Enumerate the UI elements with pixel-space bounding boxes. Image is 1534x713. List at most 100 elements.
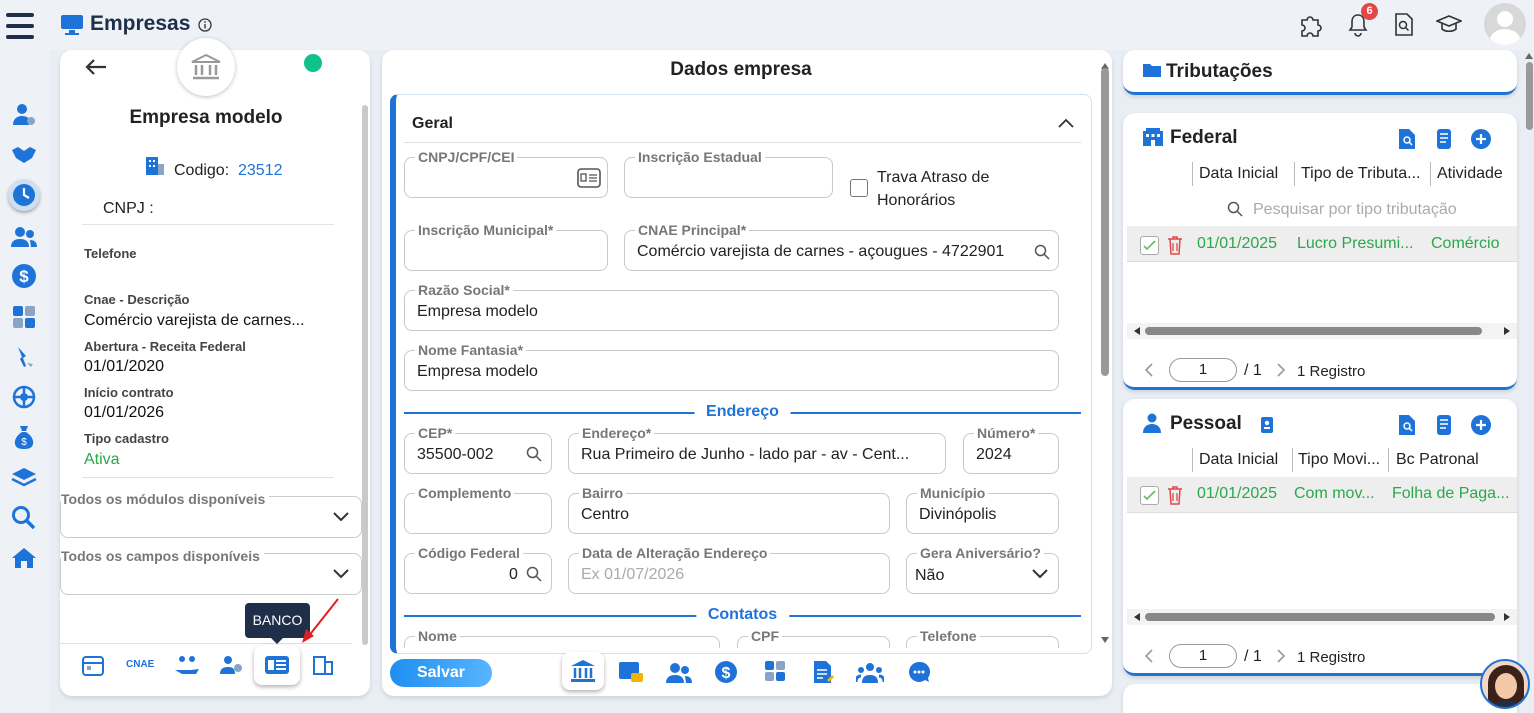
right-panel-scrollbar[interactable] [1524,50,1534,713]
dollar-icon[interactable]: $ [10,262,38,290]
scrollbar-thumb[interactable] [1145,613,1495,621]
document-edit-tab-icon[interactable] [812,660,834,684]
info-icon[interactable] [198,18,212,32]
user-avatar[interactable] [1484,3,1526,45]
add-circle-icon[interactable] [1470,414,1492,436]
scrollbar-thumb[interactable] [1101,68,1109,376]
pessoal-col-bc-patronal[interactable]: Bc Patronal [1396,451,1506,469]
handshake-icon[interactable] [10,140,38,168]
cep-field[interactable]: CEP* 35500-002 [404,425,552,474]
scroll-list-icon[interactable] [1434,128,1454,150]
dollar-tab-icon[interactable]: $ [714,660,738,684]
bank-tab[interactable] [254,645,300,685]
salvar-button[interactable]: Salvar [390,659,492,687]
prev-page-icon[interactable] [1144,649,1154,663]
row-checkbox[interactable] [1140,486,1159,505]
search-icon[interactable] [526,566,542,582]
money-bag-icon[interactable]: $ [10,423,38,451]
nome-fantasia-field[interactable]: Nome Fantasia* Empresa modelo [404,342,1059,391]
data-alteracao-field[interactable]: Data de Alteração Endereço Ex 01/07/2026 [568,545,890,594]
trash-icon[interactable] [1167,235,1183,255]
scrollbar-track[interactable] [1100,62,1110,652]
federal-col-atividade[interactable]: Atividade [1437,165,1515,183]
numero-field[interactable]: Número* 2024 [963,425,1059,474]
federal-col-tipo-tributacao[interactable]: Tipo de Tributa... [1301,165,1429,183]
federal-search-input[interactable]: Pesquisar por tipo tributação [1253,201,1457,219]
scroll-down-icon[interactable] [1100,636,1110,644]
next-page-icon[interactable] [1276,649,1286,663]
cnpj-field[interactable]: CNPJ/CPF/CEI [404,149,608,198]
puzzle-icon[interactable] [1296,10,1326,40]
campos-dropdown[interactable]: Todos os campos disponíveis [60,548,362,595]
row-checkbox[interactable] [1140,236,1159,255]
inscricao-municipal-field[interactable]: Inscrição Municipal* [404,222,608,271]
users-gear-icon[interactable] [220,654,244,676]
table-row[interactable]: 01/01/2025 Com mov... Folha de Paga... [1127,477,1517,513]
nome-field[interactable]: Nome [404,628,720,648]
hand-users-icon[interactable] [174,654,200,676]
chat-tab-icon[interactable] [908,661,930,683]
card-tab-icon[interactable] [618,660,644,684]
users-tab-icon[interactable] [666,662,692,684]
clock-icon[interactable] [8,179,40,211]
layers-icon[interactable] [10,464,38,492]
scroll-left-icon[interactable] [1133,612,1141,622]
cpf-field[interactable]: CPF [737,628,890,648]
graduation-cap-icon[interactable] [1436,13,1462,37]
search-document-icon[interactable] [1393,12,1415,38]
users-icon[interactable] [10,223,38,251]
scroll-right-icon[interactable] [1503,326,1511,336]
horizontal-scrollbar[interactable] [1127,323,1517,339]
table-row[interactable]: 01/01/2025 Lucro Presumi... Comércio [1127,226,1517,262]
badge-icon[interactable] [1260,416,1274,434]
complemento-field[interactable]: Complemento [404,485,552,534]
search-icon[interactable] [1034,244,1050,260]
id-card-icon[interactable] [577,168,601,188]
chevron-up-icon[interactable] [1058,118,1074,128]
codigo-federal-field[interactable]: Código Federal 0 [404,545,552,594]
search-document-icon[interactable] [1398,128,1416,150]
support-chat-avatar[interactable] [1480,659,1530,709]
buildings-tab-icon[interactable] [312,654,334,676]
next-page-icon[interactable] [1276,363,1286,377]
calculator-tab-icon[interactable] [764,660,786,682]
cnae-tab[interactable]: CNAE [126,659,154,670]
gera-aniversario-select[interactable]: Gera Aniversário? Não [906,545,1059,594]
bank-tab[interactable] [562,652,604,690]
hamburger-menu-icon[interactable] [6,12,34,40]
pessoal-col-data-inicial[interactable]: Data Inicial [1199,451,1294,469]
scroll-list-icon[interactable] [1434,414,1454,436]
scroll-left-icon[interactable] [1133,326,1141,336]
home-icon[interactable] [10,544,38,572]
calculator-icon[interactable] [10,303,38,331]
municipio-field[interactable]: Município Divinópolis [906,485,1059,534]
horizontal-scrollbar[interactable] [1127,609,1517,625]
codigo-value[interactable]: 23512 [238,162,283,180]
pen-icon[interactable] [10,343,38,371]
scroll-up-icon[interactable] [1524,52,1534,60]
scrollbar-thumb[interactable] [1526,62,1533,130]
bairro-field[interactable]: Bairro Centro [568,485,890,534]
scroll-right-icon[interactable] [1503,612,1511,622]
search-icon[interactable] [526,446,542,462]
endereco-field[interactable]: Endereço* Rua Primeiro de Junho - lado p… [568,425,946,474]
federal-page-input[interactable]: 1 [1169,358,1237,382]
back-arrow-icon[interactable] [84,58,108,76]
inscricao-estadual-field[interactable]: Inscrição Estadual [624,149,833,198]
pessoal-col-tipo-movimento[interactable]: Tipo Movi... [1298,451,1388,469]
razao-social-field[interactable]: Razão Social* Empresa modelo [404,282,1059,331]
federal-col-data-inicial[interactable]: Data Inicial [1199,165,1297,183]
search-icon[interactable] [10,504,38,532]
add-circle-icon[interactable] [1470,128,1492,150]
trash-icon[interactable] [1167,485,1183,505]
network-icon[interactable] [10,383,38,411]
trava-checkbox[interactable] [850,179,868,197]
cnae-principal-field[interactable]: CNAE Principal* Comércio varejista de ca… [624,222,1059,271]
user-settings-icon[interactable] [10,100,38,128]
calendar-tab-icon[interactable] [82,654,104,676]
pessoal-page-input[interactable]: 1 [1169,644,1237,668]
scrollbar-thumb[interactable] [1145,327,1482,335]
telefone-field[interactable]: Telefone [906,628,1059,648]
team-tab-icon[interactable] [856,662,884,684]
left-panel-scrollbar[interactable] [362,105,368,645]
